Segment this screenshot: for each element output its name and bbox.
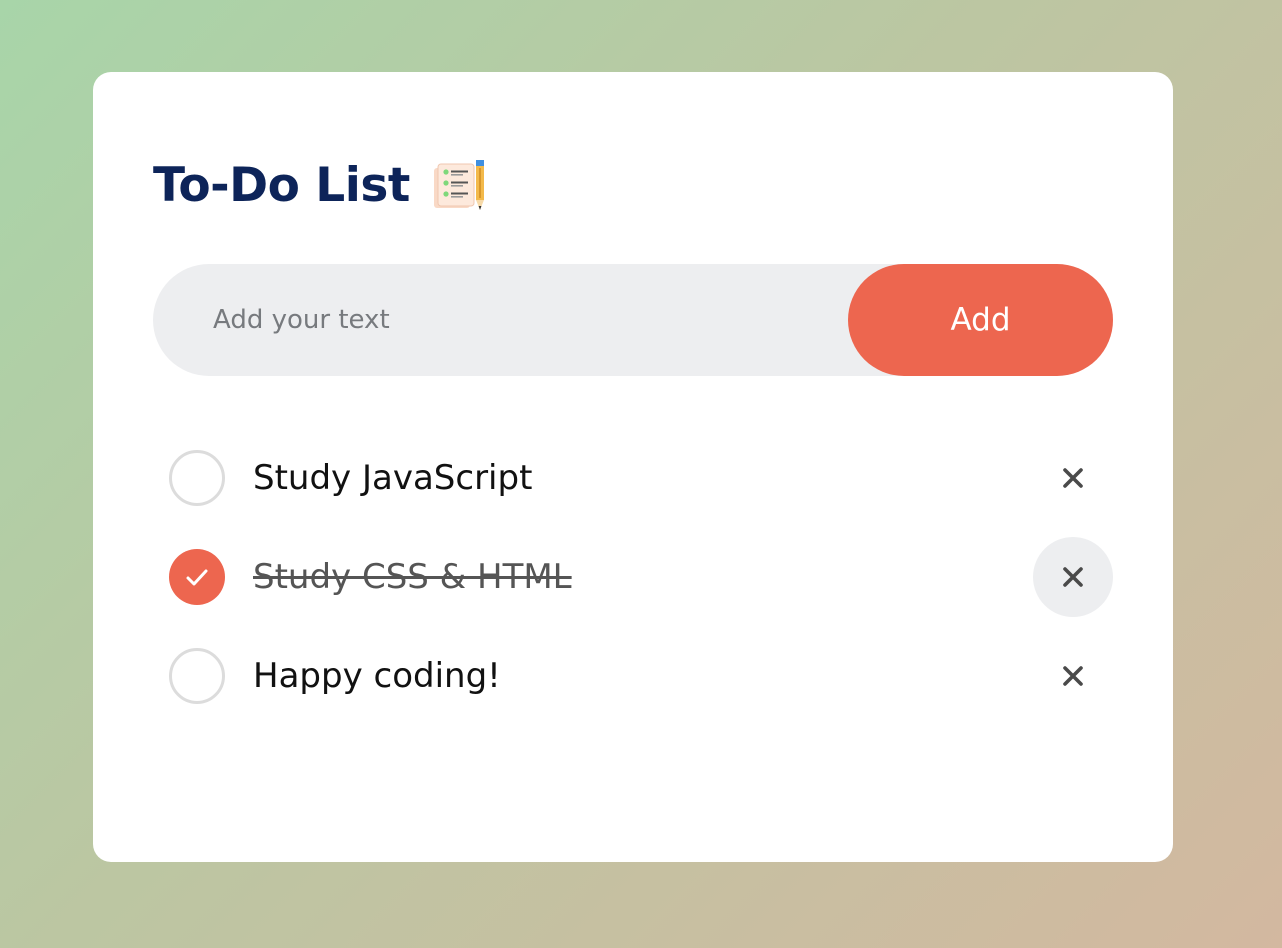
notepad-pencil-icon [432, 158, 488, 214]
page-title: To-Do List [153, 158, 410, 213]
task-list: Study JavaScript Study CSS & HTML Happy … [153, 428, 1113, 725]
delete-task-button[interactable] [1033, 636, 1113, 716]
delete-task-button[interactable] [1033, 536, 1113, 617]
task-input[interactable] [153, 263, 848, 377]
task-item[interactable]: Happy coding! [153, 626, 1113, 725]
task-item[interactable]: Study JavaScript [153, 428, 1113, 527]
delete-task-button[interactable] [1033, 438, 1113, 518]
checkmark-icon [186, 569, 208, 585]
add-button[interactable]: Add [848, 264, 1113, 376]
close-icon [1063, 566, 1083, 587]
todo-card: To-Do List Add your text Add Study JavaS… [93, 72, 1173, 862]
unchecked-circle-icon[interactable] [169, 449, 225, 506]
close-icon [1063, 467, 1083, 488]
unchecked-circle-icon[interactable] [169, 647, 225, 704]
close-icon [1063, 665, 1083, 686]
add-task-bar: Add [153, 263, 1113, 377]
task-text: Happy coding! [253, 655, 501, 696]
title-row: To-Do List [153, 158, 488, 214]
checked-circle-icon[interactable] [169, 548, 225, 605]
task-text: Study JavaScript [253, 457, 533, 498]
task-text: Study CSS & HTML [253, 556, 572, 597]
task-item[interactable]: Study CSS & HTML [153, 527, 1113, 626]
